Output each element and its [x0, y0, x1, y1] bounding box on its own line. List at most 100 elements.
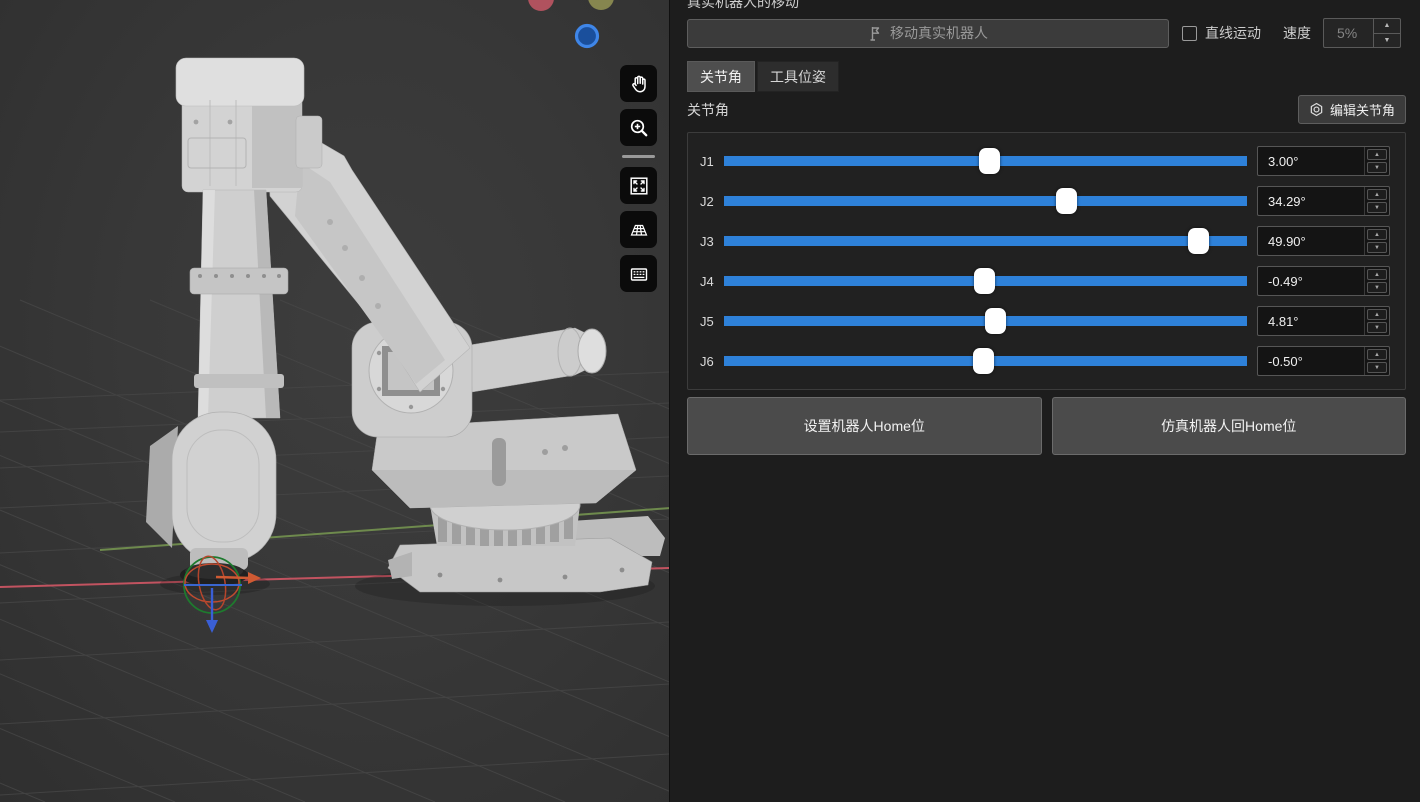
slider-handle[interactable] [985, 308, 1006, 334]
zoom-tool-button[interactable] [620, 109, 657, 146]
panel-title: 真实机器人的移动 [687, 0, 1406, 10]
linear-motion-label: 直线运动 [1205, 23, 1261, 43]
ground-grid-icon [628, 219, 650, 241]
joint-slider-j3[interactable] [724, 227, 1247, 255]
joint-value: 49.90° [1258, 227, 1364, 255]
move-real-robot-button[interactable]: 移动真实机器人 [687, 19, 1169, 48]
slider-handle[interactable] [1056, 188, 1077, 214]
joint-value-spinbox-j4[interactable]: -0.49° ▲ ▼ [1257, 266, 1390, 296]
decrement-button[interactable]: ▼ [1367, 362, 1387, 373]
joint-value-spinbox-j1[interactable]: 3.00° ▲ ▼ [1257, 146, 1390, 176]
move-real-robot-label: 移动真实机器人 [890, 23, 988, 43]
joint-row-j4: J4 -0.49° ▲ ▼ [700, 261, 1390, 301]
joint-row-j2: J2 34.29° ▲ ▼ [700, 181, 1390, 221]
joint-value-spinbox-j2[interactable]: 34.29° ▲ ▼ [1257, 186, 1390, 216]
increment-button[interactable]: ▲ [1367, 269, 1387, 280]
3d-viewport[interactable] [0, 0, 670, 802]
decrement-button[interactable]: ▼ [1367, 282, 1387, 293]
joint-value: 3.00° [1258, 147, 1364, 175]
robot-model [146, 58, 665, 592]
spin-buttons: ▲ ▼ [1364, 227, 1389, 255]
decrement-button[interactable]: ▼ [1367, 162, 1387, 173]
spin-buttons: ▲ ▼ [1364, 267, 1389, 295]
joint-row-j6: J6 -0.50° ▲ ▼ [700, 341, 1390, 381]
speed-spin-buttons: ▲ ▼ [1373, 19, 1400, 47]
linear-motion-checkbox[interactable] [1182, 26, 1197, 41]
slider-handle[interactable] [979, 148, 1000, 174]
edit-joint-angles-label: 编辑关节角 [1330, 100, 1395, 119]
keyboard-icon [628, 263, 650, 285]
joint-slider-j4[interactable] [724, 267, 1247, 295]
orientation-gizmo [528, 0, 614, 47]
gizmo-y-ball [588, 0, 614, 10]
robot-3d-scene [0, 0, 670, 802]
robot-control-panel: 真实机器人的移动 移动真实机器人 直线运动 速度 5% ▲ ▼ [670, 0, 1420, 802]
joint-slider-j2[interactable] [724, 187, 1247, 215]
slider-track[interactable] [724, 236, 1247, 246]
decrement-button[interactable]: ▼ [1367, 322, 1387, 333]
joint-slider-j5[interactable] [724, 307, 1247, 335]
speed-label: 速度 [1283, 23, 1311, 43]
zoom-in-icon [628, 117, 650, 139]
pan-tool-button[interactable] [620, 65, 657, 102]
joint-row-j5: J5 4.81° ▲ ▼ [700, 301, 1390, 341]
speed-increment-button[interactable]: ▲ [1374, 19, 1400, 34]
fit-view-button[interactable] [620, 167, 657, 204]
joint-value-spinbox-j6[interactable]: -0.50° ▲ ▼ [1257, 346, 1390, 376]
viewport-toolbar [620, 65, 657, 292]
fit-view-icon [628, 175, 650, 197]
joint-value-spinbox-j5[interactable]: 4.81° ▲ ▼ [1257, 306, 1390, 336]
spin-buttons: ▲ ▼ [1364, 307, 1389, 335]
edit-target-icon [1309, 102, 1324, 117]
decrement-button[interactable]: ▼ [1367, 202, 1387, 213]
sim-return-home-button[interactable]: 仿真机器人回Home位 [1052, 397, 1407, 455]
increment-button[interactable]: ▲ [1367, 309, 1387, 320]
slider-handle[interactable] [973, 348, 994, 374]
joint-value: 4.81° [1258, 307, 1364, 335]
joint-slider-j1[interactable] [724, 147, 1247, 175]
toolbar-divider [622, 155, 655, 158]
speed-decrement-button[interactable]: ▼ [1374, 34, 1400, 48]
move-row: 移动真实机器人 直线运动 速度 5% ▲ ▼ [687, 18, 1406, 48]
increment-button[interactable]: ▲ [1367, 349, 1387, 360]
set-home-button[interactable]: 设置机器人Home位 [687, 397, 1042, 455]
gizmo-x-ball [528, 0, 554, 11]
increment-button[interactable]: ▲ [1367, 229, 1387, 240]
speed-spinbox[interactable]: 5% ▲ ▼ [1323, 18, 1401, 48]
joint-value: -0.50° [1258, 347, 1364, 375]
joint-value: 34.29° [1258, 187, 1364, 215]
joint-value-spinbox-j3[interactable]: 49.90° ▲ ▼ [1257, 226, 1390, 256]
joint-label: J1 [700, 154, 724, 169]
decrement-button[interactable]: ▼ [1367, 242, 1387, 253]
pan-hand-icon [628, 73, 650, 95]
joint-value: -0.49° [1258, 267, 1364, 295]
joint-label: J4 [700, 274, 724, 289]
flag-icon [868, 25, 883, 41]
linear-motion-toggle[interactable]: 直线运动 [1182, 23, 1261, 43]
slider-handle[interactable] [974, 268, 995, 294]
ground-grid-button[interactable] [620, 211, 657, 248]
section-header: 关节角 编辑关节角 [687, 95, 1406, 124]
joint-slider-j6[interactable] [724, 347, 1247, 375]
joint-row-j3: J3 49.90° ▲ ▼ [700, 221, 1390, 261]
tab-joint-angles[interactable]: 关节角 [687, 61, 755, 92]
joint-label: J3 [700, 234, 724, 249]
slider-track[interactable] [724, 196, 1247, 206]
increment-button[interactable]: ▲ [1367, 149, 1387, 160]
joint-angles-group: J1 3.00° ▲ ▼ J2 [687, 132, 1406, 390]
home-buttons-row: 设置机器人Home位 仿真机器人回Home位 [687, 397, 1406, 455]
increment-button[interactable]: ▲ [1367, 189, 1387, 200]
robot-teach-app: 真实机器人的移动 移动真实机器人 直线运动 速度 5% ▲ ▼ [0, 0, 1420, 802]
joint-row-j1: J1 3.00° ▲ ▼ [700, 141, 1390, 181]
mode-tabs: 关节角 工具位姿 [687, 61, 1406, 92]
joint-label: J6 [700, 354, 724, 369]
tab-tool-pose[interactable]: 工具位姿 [757, 61, 839, 92]
keyboard-panel-button[interactable] [620, 255, 657, 292]
gizmo-z-ball [577, 26, 598, 47]
joint-label: J5 [700, 314, 724, 329]
spin-buttons: ▲ ▼ [1364, 347, 1389, 375]
slider-handle[interactable] [1188, 228, 1209, 254]
edit-joint-angles-button[interactable]: 编辑关节角 [1298, 95, 1406, 124]
spin-buttons: ▲ ▼ [1364, 147, 1389, 175]
joint-label: J2 [700, 194, 724, 209]
